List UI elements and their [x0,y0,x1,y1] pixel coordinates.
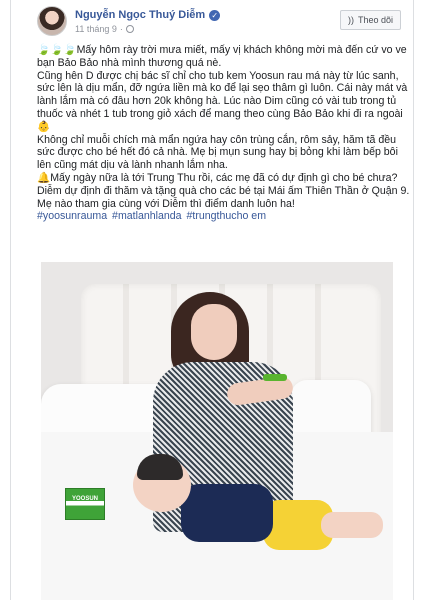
post-paragraph: Cũng hên D được chị bác sĩ chỉ cho tub k… [37,69,408,133]
cream-tube [263,374,287,381]
post-paragraph: 🍃🍃🍃Mấy hôm rày trời mưa miết, mấy vị khá… [37,44,407,69]
follow-label: Theo dõi [357,15,393,25]
baby-shirt [181,484,273,542]
post-body: 🍃🍃🍃Mấy hôm rày trời mưa miết, mấy vị khá… [37,44,413,223]
post-paragraph: Không chỉ muỗi chích mà mẩn ngứa hay côn… [37,133,398,172]
product-box [65,488,105,520]
avatar[interactable] [37,6,67,36]
post-meta: 11 tháng 9 · [75,24,134,34]
post-header: Nguyễn Ngọc Thuý Diễm ✓ 11 tháng 9 · )) … [27,4,405,38]
verified-badge-icon: ✓ [209,9,221,21]
author-row: Nguyễn Ngọc Thuý Diễm ✓ [75,9,221,21]
rss-icon: )) [347,15,354,25]
baby-legs [321,512,383,538]
hashtag-link[interactable]: #trungthucho em [187,210,267,222]
author-name[interactable]: Nguyễn Ngọc Thuý Diễm [75,9,205,21]
product-box-label: YOOSUN [71,496,98,502]
post-photo[interactable]: YOOSUN [41,262,393,600]
follow-button[interactable]: )) Theo dõi [339,10,401,30]
hashtag-link[interactable]: #matlanhlanda [112,210,182,222]
post-date[interactable]: 11 tháng 9 [75,24,117,34]
woman-face [191,304,237,360]
globe-icon [125,25,134,33]
facebook-post: Nguyễn Ngọc Thuý Diễm ✓ 11 tháng 9 · )) … [10,0,414,600]
hashtag-link[interactable]: #yoosunrauma [37,210,107,222]
post-paragraph: 🔔Mấy ngày nữa là tới Trung Thu rồi, các … [37,171,410,210]
separator-dot: · [119,24,123,34]
hashtag-row: #yoosunrauma #matlanhlanda #trungthucho … [37,210,413,223]
